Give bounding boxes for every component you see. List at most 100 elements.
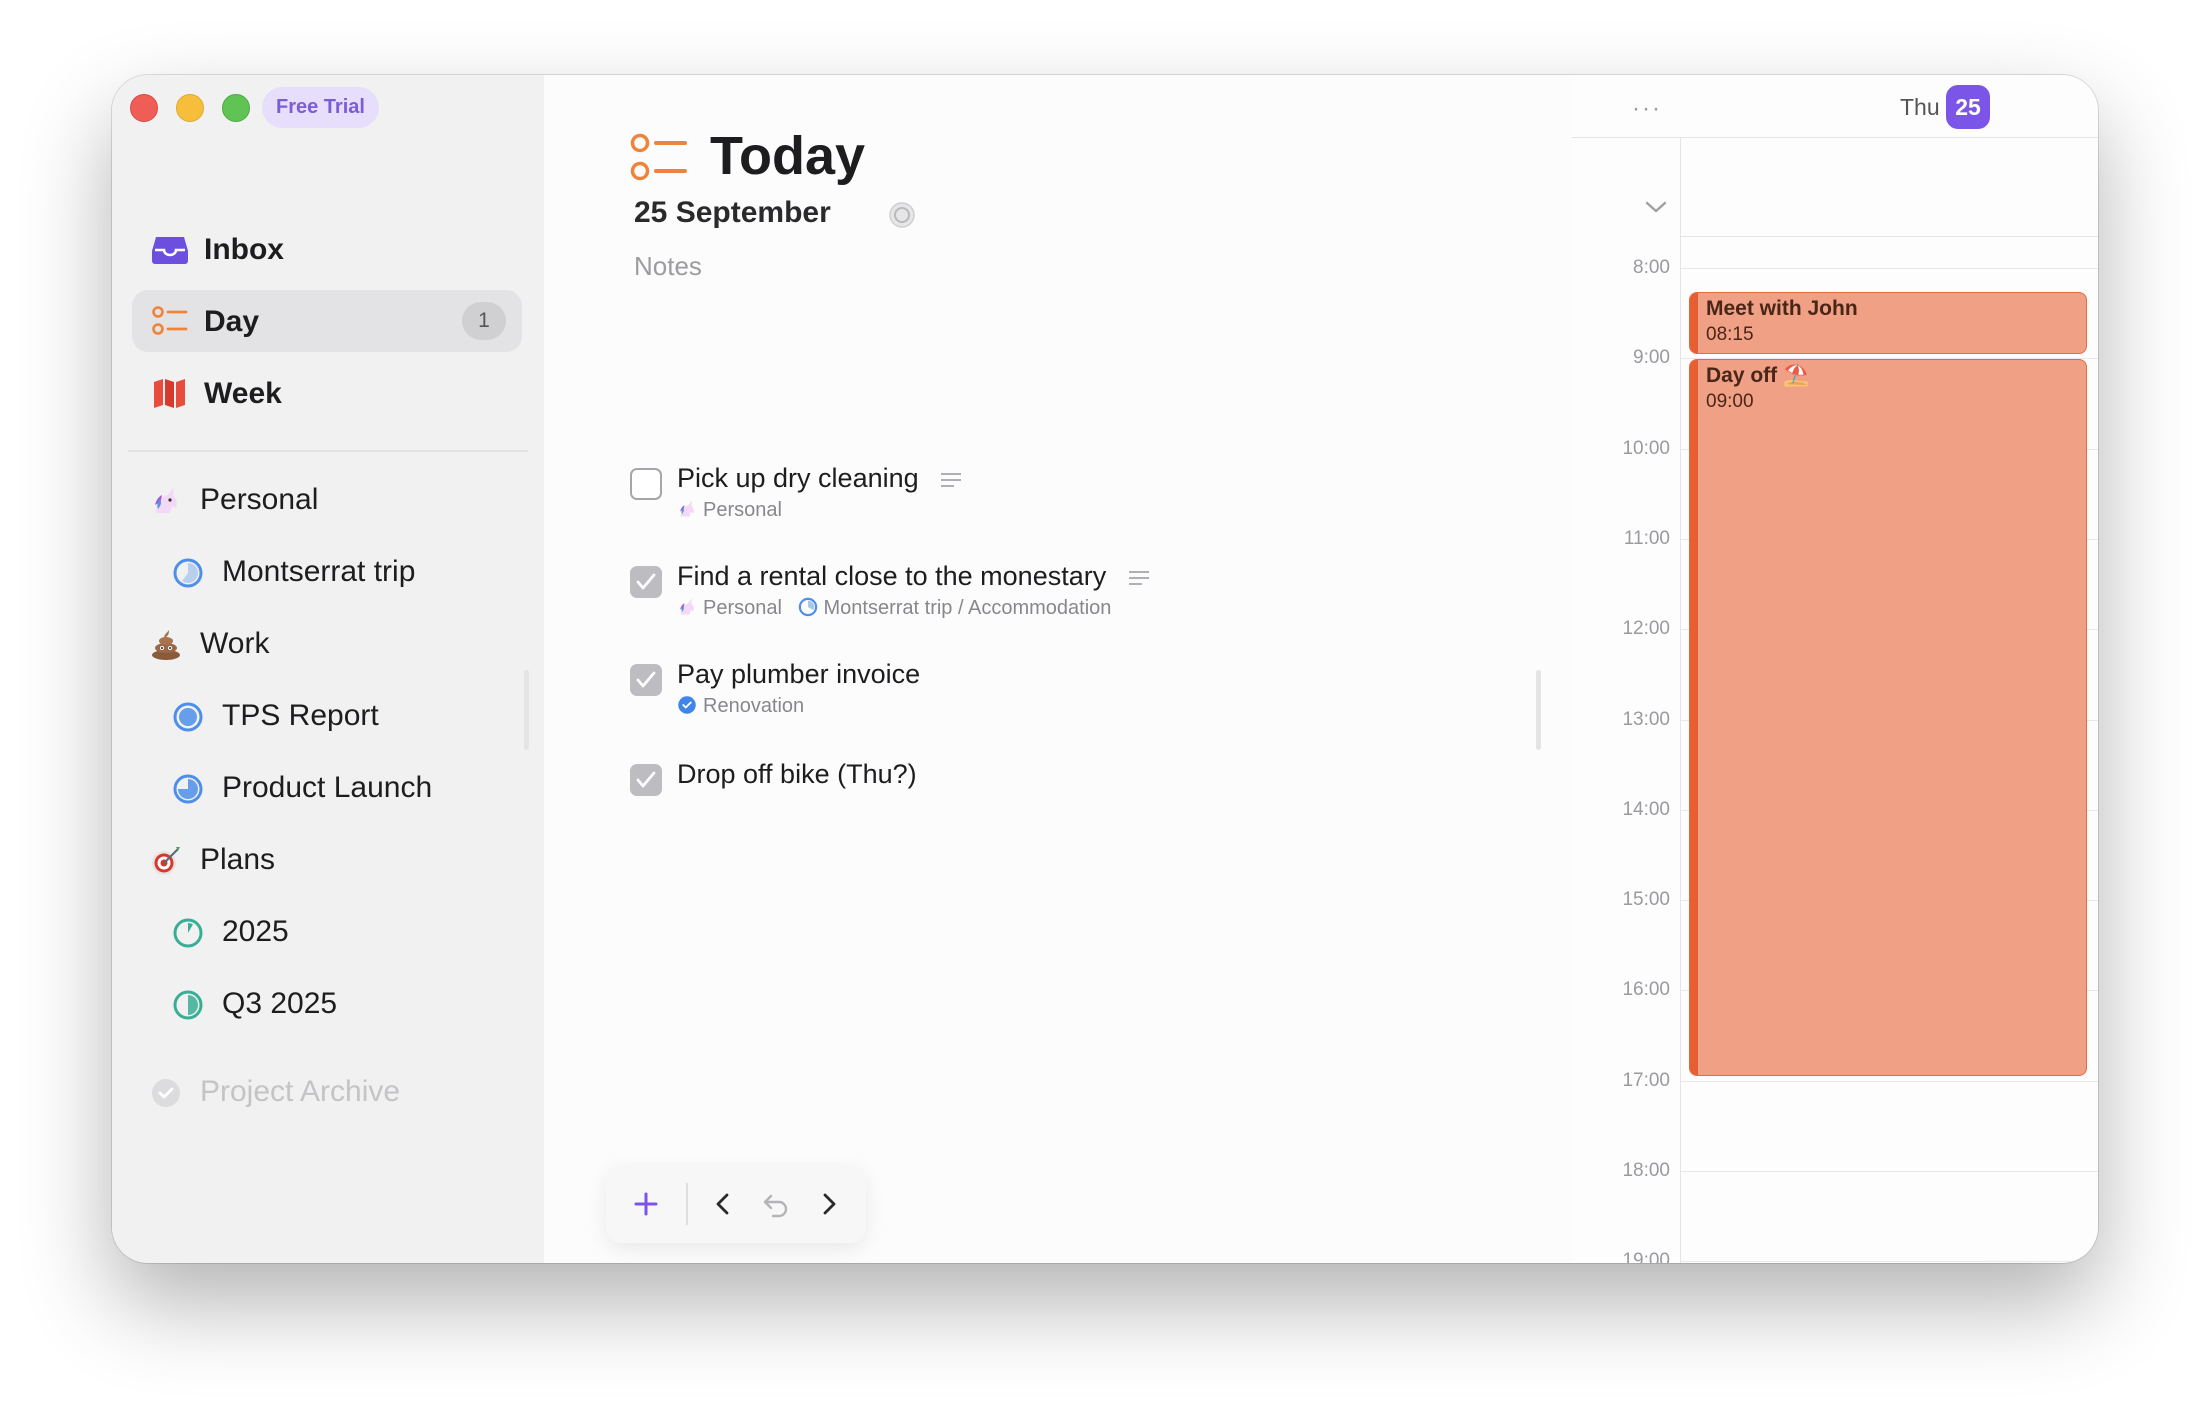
week-map-icon: [154, 379, 185, 408]
chevron-left-icon[interactable]: [706, 1186, 742, 1222]
hour-label: 14:00: [1622, 798, 1670, 820]
main-pane: Today 25 September Notes Pick up dry cle…: [524, 75, 1572, 1263]
minimize-window-button[interactable]: [176, 94, 204, 122]
task-checkbox[interactable]: [630, 764, 662, 796]
close-window-button[interactable]: [130, 94, 158, 122]
sidebar-item-label: Work: [200, 627, 270, 660]
poop-emoji-icon: [152, 630, 180, 660]
sidebar: Free Trial Inbox Day 1 Week Personal Mon…: [112, 75, 544, 1263]
smiley-icon[interactable]: [888, 201, 916, 229]
sidebar-item-label: Inbox: [204, 233, 284, 266]
sidebar-item-label: Personal: [200, 483, 319, 516]
sidebar-item-inbox[interactable]: Inbox: [132, 218, 522, 280]
progress-circle-icon: [173, 774, 203, 804]
hour-line: [1680, 1261, 2098, 1263]
calendar-time-divider: [1680, 137, 1681, 1263]
page-title: Today: [710, 126, 866, 186]
chevron-down-icon[interactable]: [1644, 199, 1668, 215]
check-circle-icon: [678, 696, 696, 714]
all-day-divider: [1680, 236, 2098, 237]
checkmark-icon: [636, 771, 656, 788]
progress-circle-icon: [173, 990, 203, 1020]
free-trial-badge[interactable]: Free Trial: [262, 87, 379, 128]
task-row[interactable]: Pay plumber invoice Renovation: [630, 651, 1530, 731]
task-checkbox[interactable]: [630, 468, 662, 500]
calendar-header-divider: [1572, 137, 2098, 138]
task-title-line: Pick up dry cleaning: [677, 463, 962, 494]
task-checkbox[interactable]: [630, 664, 662, 696]
unicorn-icon: [680, 500, 694, 517]
right-resize-handle[interactable]: [1536, 670, 1541, 750]
add-task-button[interactable]: [628, 1186, 664, 1222]
chevron-right-icon[interactable]: [810, 1186, 846, 1222]
bottom-toolbar: [606, 1165, 866, 1243]
sidebar-item-label: 2025: [222, 915, 289, 948]
task-project: Renovation: [703, 695, 805, 717]
undo-icon[interactable]: [758, 1186, 794, 1222]
hour-line: [1680, 268, 2098, 269]
sidebar-item-label: Plans: [200, 843, 276, 876]
task-title-line: Pay plumber invoice: [677, 659, 920, 690]
day-list-icon: [152, 306, 188, 335]
sidebar-item-label: Project Archive: [200, 1075, 401, 1108]
check-circle-icon: [152, 1079, 180, 1107]
task-title: Pay plumber invoice: [677, 659, 921, 689]
task-title-line: Drop off bike (Thu?): [677, 759, 917, 790]
task-row[interactable]: Drop off bike (Thu?): [630, 751, 1530, 831]
hour-label: 8:00: [1633, 257, 1670, 278]
note-lines-icon: [1128, 570, 1149, 585]
hour-line: [1680, 1171, 2098, 1172]
task-meta: Personal Montserrat trip / Accommodation: [677, 597, 1111, 620]
calendar-event[interactable]: Meet with John 08:15: [1689, 292, 2087, 354]
hour-label: 11:00: [1623, 527, 1670, 549]
unicorn-icon: [680, 598, 694, 615]
unicorn-icon: [155, 487, 177, 513]
progress-circle-icon: [173, 918, 203, 948]
progress-circle-icon: [173, 558, 203, 588]
toolbar-separator: [686, 1183, 688, 1225]
task-row[interactable]: Find a rental close to the monestary Per…: [630, 553, 1530, 633]
sidebar-item-label: Product Launch: [222, 771, 433, 804]
task-checkbox[interactable]: [630, 566, 662, 598]
hour-label: 9:00: [1633, 347, 1670, 369]
event-time: 08:15: [1706, 324, 1754, 345]
hour-label: 13:00: [1622, 708, 1670, 730]
sidebar-divider: [128, 450, 528, 452]
task-project: Montserrat trip / Accommodation: [823, 597, 1112, 619]
hour-label: 10:00: [1622, 437, 1670, 459]
task-row[interactable]: Pick up dry cleaning Personal: [630, 455, 1530, 535]
notes-field[interactable]: Notes: [634, 251, 702, 282]
calendar-day-name: Thu: [1900, 94, 1940, 120]
event-title: Day off ⛱️: [1706, 364, 1810, 387]
hour-label: 18:00: [1622, 1160, 1670, 1181]
event-time: 09:00: [1706, 391, 1754, 412]
task-meta: Renovation: [677, 695, 804, 718]
calendar-day-number[interactable]: 25: [1946, 85, 1990, 129]
sidebar-item-week[interactable]: Week: [132, 362, 522, 424]
hour-label: 12:00: [1622, 618, 1670, 640]
hour-label: 17:00: [1622, 1069, 1670, 1091]
sidebar-item-label: Montserrat trip: [222, 555, 416, 588]
sidebar-item-label: Day: [204, 305, 260, 338]
sidebar-item-label: TPS Report: [222, 699, 379, 732]
task-project: Personal: [703, 499, 782, 521]
task-title: Drop off bike (Thu?): [677, 759, 917, 789]
sidebar-item-day[interactable]: Day 1: [132, 290, 522, 352]
app-window: Free Trial Inbox Day 1 Week Personal Mon…: [112, 75, 2098, 1263]
hour-line: [1680, 1080, 2098, 1082]
count-badge: 1: [462, 302, 506, 340]
sidebar-item-label: Week: [204, 377, 282, 410]
calendar-pane: ··· Thu 25 8:00 9:00 10:00 11:00 12:00 13:00 1…: [1572, 75, 2098, 1263]
task-title-line: Find a rental close to the monestary: [677, 561, 1150, 592]
left-resize-handle[interactable]: [524, 670, 529, 750]
sidebar-item-label: Q3 2025: [222, 987, 338, 1020]
day-list-icon: [630, 133, 687, 181]
note-lines-icon: [941, 472, 962, 487]
task-meta: Personal: [677, 499, 782, 522]
inbox-icon: [152, 237, 188, 264]
more-options-icon[interactable]: ···: [1632, 95, 1662, 123]
hour-label: 15:00: [1622, 889, 1670, 911]
hour-label: 16:00: [1622, 979, 1670, 1001]
calendar-event[interactable]: Day off ⛱️ 09:00: [1689, 359, 2087, 1076]
maximize-window-button[interactable]: [222, 94, 250, 122]
